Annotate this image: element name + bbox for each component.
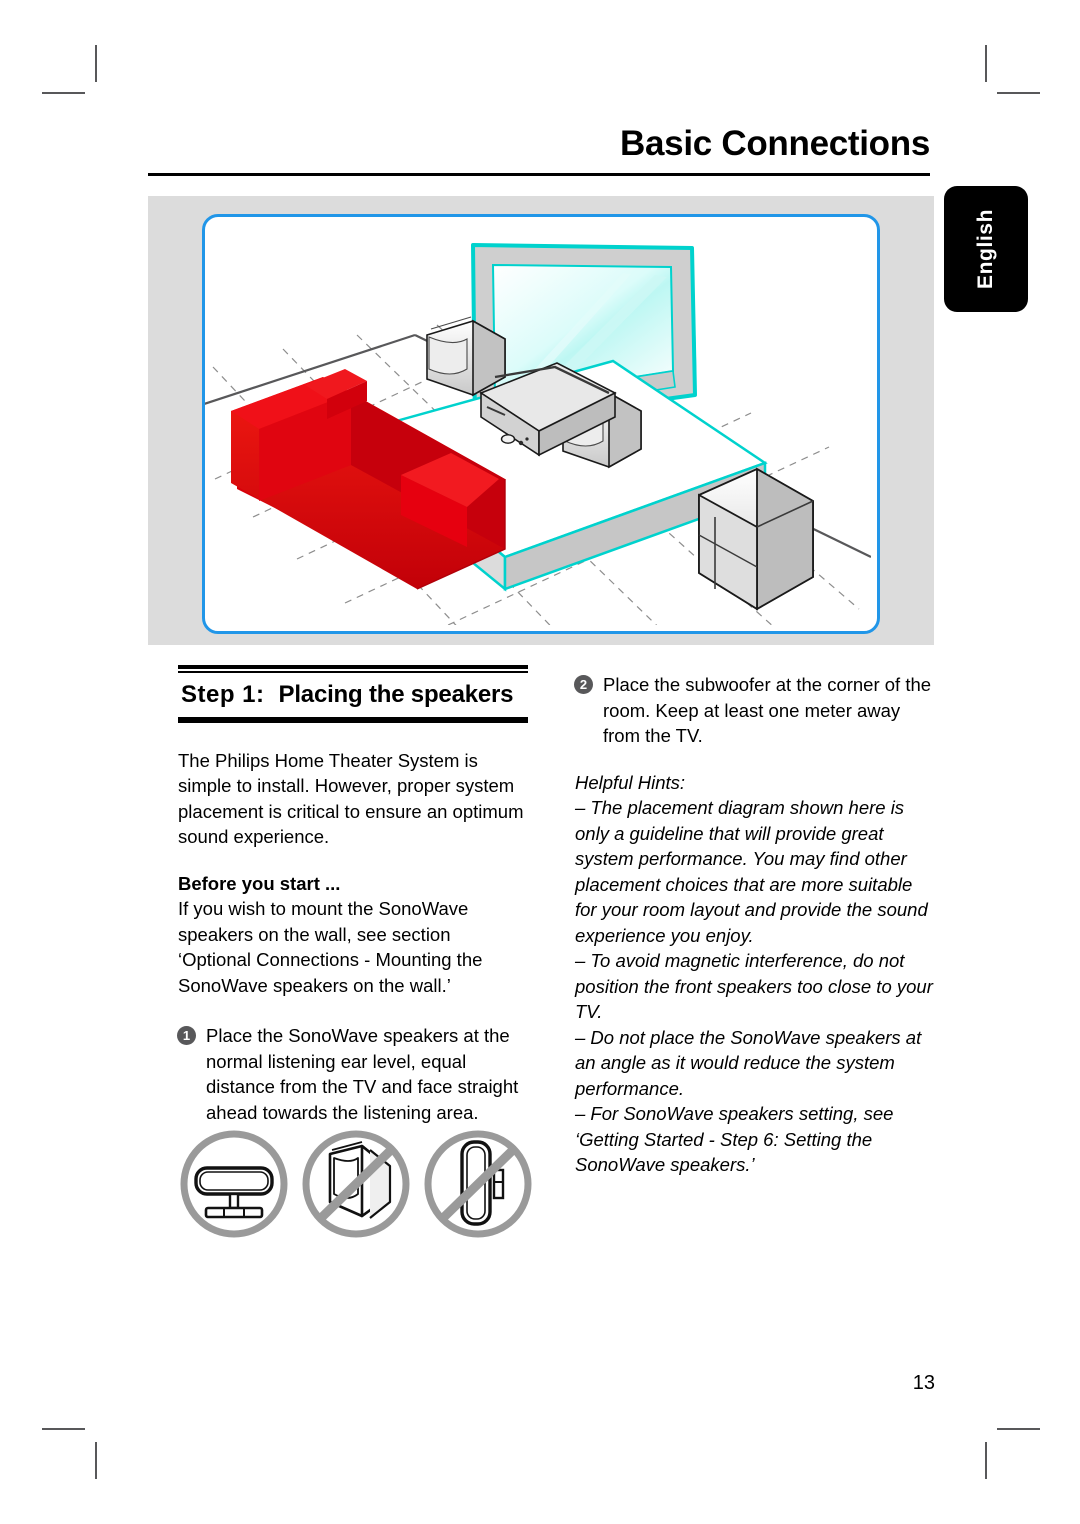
list-item-1-text: Place the SonoWave speakers at the norma…	[206, 1025, 519, 1123]
manual-page: Basic Connections English Step 1: Placin…	[0, 0, 1080, 1524]
helpful-hints-title: Helpful Hints:	[575, 771, 686, 793]
intro-paragraph: The Philips Home Theater System is simpl…	[178, 749, 524, 848]
left-column: Step 1: Placing the speakers The Philips …	[177, 665, 528, 1125]
subwoofer	[698, 467, 814, 611]
crop-mark-top-right-horizontal	[997, 92, 1040, 94]
list-item-2: 2 Place the subwoofer at the corner of t…	[574, 672, 935, 749]
helpful-hint-1: – The placement diagram shown here is on…	[575, 797, 928, 946]
crop-mark-top-right-vertical	[985, 45, 987, 82]
page-number: 13	[912, 1372, 935, 1394]
step-rule-top-thick	[178, 665, 528, 669]
step-heading-block: Step 1: Placing the speakers	[178, 665, 528, 723]
room-placement-diagram: PHILIPS	[205, 243, 871, 625]
speaker-vertical-prohibited-icon	[422, 1128, 534, 1245]
speaker-horizontal-correct-icon	[178, 1128, 290, 1245]
header-divider	[148, 173, 930, 176]
helpful-hint-2: – To avoid magnetic interference, do not…	[575, 950, 933, 1022]
list-item-1: 1 Place the SonoWave speakers at the nor…	[177, 1023, 528, 1125]
crop-mark-bottom-right-vertical	[985, 1442, 987, 1479]
before-you-start-heading: Before you start ...	[178, 872, 341, 894]
illustration-frame: PHILIPS	[202, 214, 880, 634]
helpful-hint-3: – Do not place the SonoWave speakers at …	[575, 1026, 922, 1099]
speaker-angled-prohibited-icon	[300, 1128, 412, 1245]
crop-mark-bottom-left-horizontal	[42, 1428, 85, 1430]
step-label: Step 1:	[181, 681, 265, 708]
list-item-2-text: Place the subwoofer at the corner of the…	[603, 674, 932, 746]
crop-mark-top-left-horizontal	[42, 92, 85, 94]
before-you-start-body: If you wish to mount the SonoWave speake…	[178, 898, 483, 996]
step-number-badge-1: 1	[177, 1026, 196, 1045]
crop-mark-top-left-vertical	[95, 45, 97, 82]
step-number-badge-2: 2	[574, 675, 593, 694]
step-title: Placing the speakers	[278, 681, 514, 708]
helpful-hint-4: – For SonoWave speakers setting, see ‘Ge…	[575, 1103, 894, 1175]
right-column: 2 Place the subwoofer at the corner of t…	[574, 672, 935, 1178]
page-title: Basic Connections	[620, 124, 930, 163]
crop-mark-bottom-right-horizontal	[997, 1428, 1040, 1430]
crop-mark-bottom-left-vertical	[95, 1442, 97, 1479]
speaker-orientation-icons	[178, 1128, 532, 1240]
language-tab-english: English	[944, 186, 1028, 312]
illustration-panel: PHILIPS	[148, 196, 934, 645]
language-tab-label: English	[974, 208, 997, 290]
step-heading: Step 1: Placing the speakers	[178, 673, 528, 715]
